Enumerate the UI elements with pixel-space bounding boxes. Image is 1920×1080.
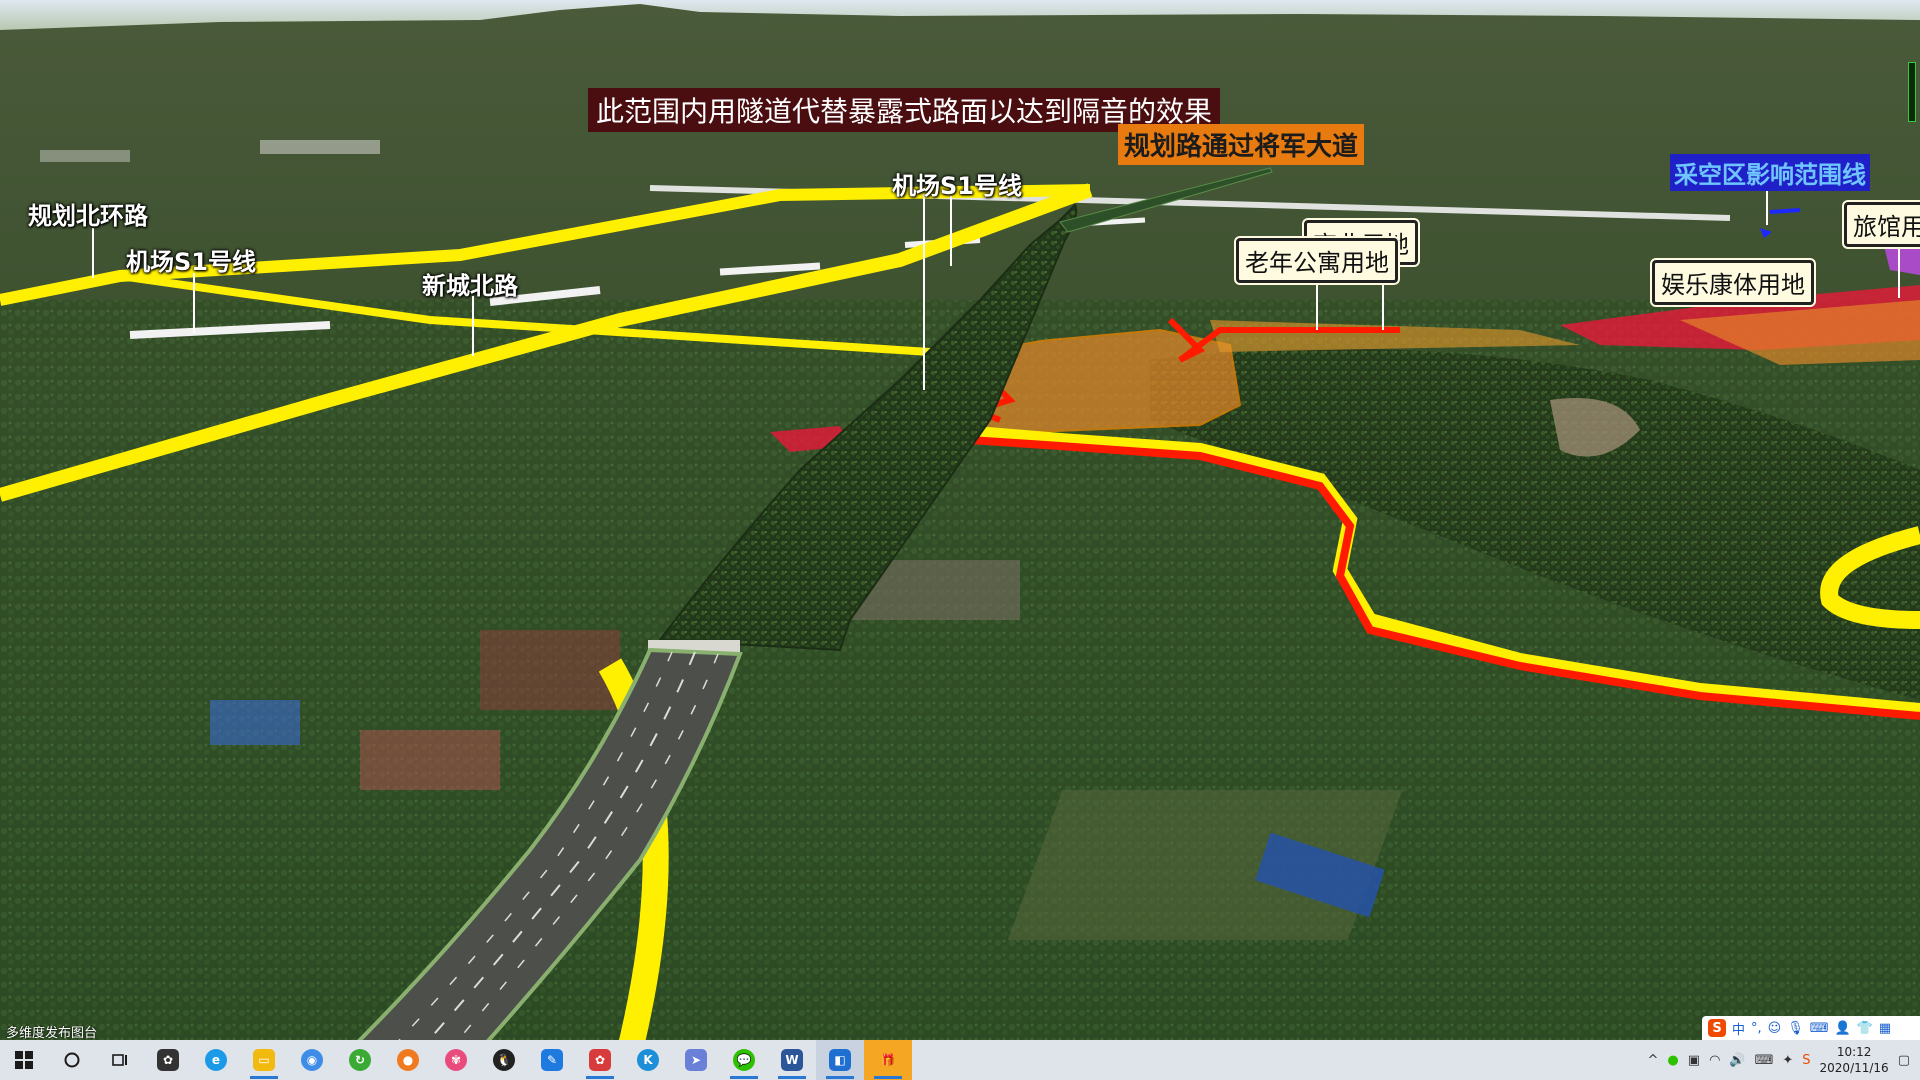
wifi-icon[interactable]: ◠ — [1709, 1053, 1720, 1068]
road-label-s1-center[interactable]: 机场S1号线 — [892, 166, 1022, 201]
orange-app-icon[interactable]: ● — [384, 1040, 432, 1080]
edge-browser-icon[interactable]: e — [192, 1040, 240, 1080]
pinwheel-red-app-icon[interactable]: ✿ — [576, 1040, 624, 1080]
ime-toolbar[interactable]: S 中 °, ☺ 🎙 ⌨ 👤 👕 ▦ — [1702, 1016, 1920, 1040]
map-app-icon[interactable]: ◧ — [816, 1040, 864, 1080]
leader-line — [1316, 280, 1318, 330]
task-view-icon[interactable] — [96, 1040, 144, 1080]
clock-time: 10:12 — [1836, 1045, 1872, 1059]
road-label-s1-left[interactable]: 机场S1号线 — [126, 242, 256, 277]
road-label-north-ring[interactable]: 规划北环路 — [28, 196, 148, 231]
leader-line — [92, 228, 94, 278]
keyboard-icon[interactable]: ⌨ — [1810, 1021, 1829, 1036]
network-adapter-icon[interactable]: ▣ — [1688, 1053, 1700, 1068]
notification-icon[interactable]: ▢ — [1898, 1053, 1910, 1068]
3d-map-viewport[interactable]: 此范围内用隧道代替暴露式路面以达到隔音的效果 规划路通过将军大道 采空区影响范围… — [0, 0, 1920, 1050]
paper-plane-app-icon[interactable]: ➤ — [672, 1040, 720, 1080]
grid-menu-icon[interactable]: ▦ — [1879, 1021, 1891, 1036]
k-app-icon[interactable]: K — [624, 1040, 672, 1080]
word-icon[interactable]: W — [768, 1040, 816, 1080]
feishu-app-icon[interactable]: ✎ — [528, 1040, 576, 1080]
windows-start-icon[interactable] — [0, 1040, 48, 1080]
file-explorer-icon[interactable]: ▭ — [240, 1040, 288, 1080]
terrain-scene[interactable] — [0, 0, 1920, 1050]
leader-line — [923, 194, 925, 390]
leader-line — [1382, 280, 1384, 330]
landuse-label-elderly-housing[interactable]: 老年公寓用地 — [1236, 238, 1398, 283]
sogou-tray-icon[interactable]: S — [1802, 1053, 1810, 1068]
blue-app-icon[interactable]: ◉ — [288, 1040, 336, 1080]
wechat-icon[interactable]: 💬 — [720, 1040, 768, 1080]
clock[interactable]: 10:12 2020/11/16 — [1820, 1044, 1889, 1076]
landuse-label-recreation[interactable]: 娱乐康体用地 — [1652, 260, 1814, 305]
landuse-label-hotel[interactable]: 旅馆用 — [1844, 202, 1920, 247]
leader-line — [193, 273, 195, 333]
flower-app-icon[interactable]: ✾ — [432, 1040, 480, 1080]
pinwheel-app-icon[interactable]: ✿ — [144, 1040, 192, 1080]
goaf-impact-banner[interactable]: 采空区影响范围线 — [1670, 154, 1870, 191]
clock-date: 2020/11/16 — [1819, 1061, 1889, 1075]
user-icon[interactable]: 👤 — [1835, 1021, 1851, 1036]
chevron-up-icon[interactable]: ^ — [1648, 1053, 1659, 1068]
windows-taskbar: ✿ e ▭ ◉ ↻ ● ✾ 🐧 ✎ ✿ K ➤ 💬 W ◧ 🎁 — [0, 1040, 1920, 1080]
search-circle-icon[interactable] — [48, 1040, 96, 1080]
leader-line — [1898, 238, 1900, 298]
punctuation-icon[interactable]: °, — [1751, 1021, 1762, 1036]
leader-line — [950, 196, 952, 266]
system-tray: ^ ● ▣ ◠ 🔊 ⌨ ✦ S 10:12 2020/11/16 ▢ — [1648, 1040, 1920, 1080]
green-shield-icon[interactable]: ● — [1667, 1053, 1678, 1068]
emoji-icon[interactable]: ☺ — [1768, 1021, 1782, 1036]
jiangjun-road-banner[interactable]: 规划路通过将军大道 — [1118, 124, 1365, 165]
ime-mode-label[interactable]: 中 — [1732, 1019, 1745, 1038]
qq-penguin-icon[interactable]: 🐧 — [480, 1040, 528, 1080]
microphone-icon[interactable]: 🎙 — [1787, 1021, 1804, 1036]
pin-icon[interactable]: ✦ — [1782, 1053, 1793, 1068]
app-status-text: 多维度发布图台 — [6, 1026, 98, 1041]
sogou-ime-icon[interactable]: S — [1708, 1019, 1726, 1037]
gift-app-icon[interactable]: 🎁 — [864, 1040, 912, 1080]
shirt-icon[interactable]: 👕 — [1857, 1021, 1873, 1036]
volume-icon[interactable]: 🔊 — [1729, 1053, 1745, 1068]
leader-line — [472, 296, 474, 356]
green-refresh-app-icon[interactable]: ↻ — [336, 1040, 384, 1080]
road-label-xincheng[interactable]: 新城北路 — [422, 266, 518, 301]
keyboard-icon[interactable]: ⌨ — [1755, 1053, 1774, 1068]
level-meter — [1908, 62, 1916, 122]
